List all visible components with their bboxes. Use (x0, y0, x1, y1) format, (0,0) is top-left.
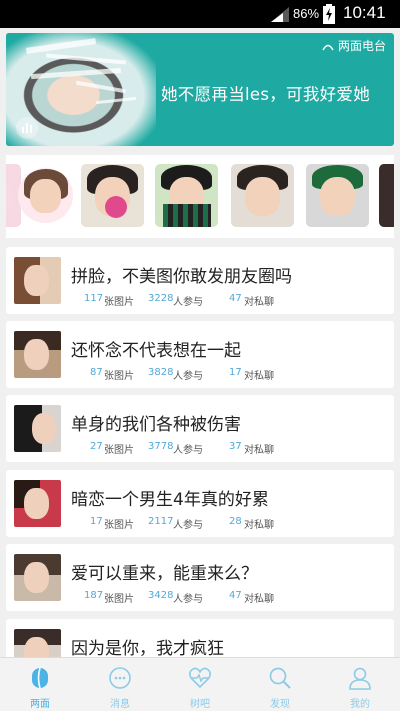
tab-label: 消息 (110, 699, 130, 710)
pics-count: 27 (90, 441, 103, 452)
avatar[interactable] (379, 164, 394, 227)
tab-label: 两面 (30, 699, 50, 710)
pics-label: 张图片 (104, 445, 134, 456)
chats-label: 对私聊 (244, 445, 274, 456)
chats-label: 对私聊 (244, 371, 274, 382)
tab-label: 树吧 (190, 699, 210, 710)
people-count: 3778 (148, 441, 174, 452)
status-bar: 86% 10:41 (0, 0, 400, 28)
topic-thumbnail (14, 405, 61, 452)
people-label: 人参与 (173, 594, 203, 605)
topic-title: 还怀念不代表想在一起 (71, 341, 241, 361)
topic-title: 爱可以重来，能重来么？ (71, 564, 258, 584)
topic-thumbnail (14, 554, 61, 601)
tab-discover[interactable]: 发现 (240, 658, 320, 711)
chats-count: 28 (229, 516, 242, 527)
avatar[interactable] (306, 164, 369, 227)
pics-label: 张图片 (104, 371, 134, 382)
banner-logo: 两面电台 (337, 39, 386, 53)
avatar[interactable] (155, 164, 218, 227)
avatar[interactable] (18, 168, 73, 223)
search-icon (269, 667, 291, 689)
bar-chart-icon[interactable] (16, 117, 38, 139)
banner-caption: 她不愿再当les，可我好爱她 (161, 85, 371, 104)
pics-count: 117 (84, 293, 104, 304)
pics-label: 张图片 (104, 297, 134, 308)
tab-label: 我的 (350, 699, 370, 710)
two-faces-icon (32, 667, 48, 689)
user-icon (349, 667, 371, 690)
chat-bubble-icon (109, 667, 131, 689)
pics-count: 87 (90, 367, 103, 378)
topic-title: 单身的我们各种被伤害 (71, 415, 241, 435)
chats-count: 17 (229, 367, 242, 378)
people-count: 3428 (148, 590, 174, 601)
tab-mine[interactable]: 我的 (320, 658, 400, 711)
signal-icon (271, 7, 289, 22)
topic-title: 暗恋一个男生4年真的好累 (71, 490, 269, 510)
tab-label: 发现 (270, 699, 290, 710)
topic-row[interactable]: 爱可以重来，能重来么？ 187 张图片 3428 人参与 47 对私聊 (6, 544, 394, 611)
topic-thumbnail (14, 480, 61, 527)
people-label: 人参与 (173, 445, 203, 456)
chats-label: 对私聊 (244, 297, 274, 308)
chats-count: 37 (229, 441, 242, 452)
people-label: 人参与 (173, 520, 203, 531)
carousel-indicator (199, 137, 211, 146)
people-count: 3228 (148, 293, 174, 304)
topic-row[interactable]: 单身的我们各种被伤害 27 张图片 3778 人参与 37 对私聊 (6, 395, 394, 462)
avatar-strip[interactable] (6, 155, 394, 238)
topic-title: 因为是你，我才疯狂 (71, 639, 224, 659)
people-label: 人参与 (173, 297, 203, 308)
tab-messages[interactable]: 消息 (80, 658, 160, 711)
tab-liangmian[interactable]: 两面 (0, 658, 80, 711)
radio-wave-icon (322, 44, 334, 51)
topic-title: 拼脸，不美图你敢发朋友圈吗 (71, 267, 292, 287)
people-label: 人参与 (173, 371, 203, 382)
topic-row[interactable]: 暗恋一个男生4年真的好累 17 张图片 2117 人参与 28 对私聊 (6, 470, 394, 537)
avatar[interactable] (81, 164, 144, 227)
chats-label: 对私聊 (244, 520, 274, 531)
topic-row[interactable]: 还怀念不代表想在一起 87 张图片 3828 人参与 17 对私聊 (6, 321, 394, 388)
pics-label: 张图片 (104, 594, 134, 605)
chats-label: 对私聊 (244, 594, 274, 605)
banner-carousel[interactable]: 两面电台 她不愿再当les，可我好爱她 (6, 33, 394, 146)
pics-count: 17 (90, 516, 103, 527)
topic-row[interactable]: 拼脸，不美图你敢发朋友圈吗 117 张图片 3228 人参与 47 对私聊 (6, 247, 394, 314)
bottom-tab-bar: 两面 消息 树吧 发现 我的 (0, 657, 400, 711)
chats-count: 47 (229, 590, 242, 601)
topic-thumbnail (14, 257, 61, 304)
chats-count: 47 (229, 293, 242, 304)
battery-charging-icon (323, 4, 335, 24)
battery-percent: 86% (293, 6, 320, 21)
pics-label: 张图片 (104, 520, 134, 531)
clock: 10:41 (343, 3, 386, 22)
people-count: 2117 (148, 516, 174, 527)
tab-shuba[interactable]: 树吧 (160, 658, 240, 711)
topic-thumbnail (14, 331, 61, 378)
pics-count: 187 (84, 590, 104, 601)
people-count: 3828 (148, 367, 174, 378)
heart-pulse-icon (189, 667, 211, 689)
avatar[interactable] (231, 164, 294, 227)
